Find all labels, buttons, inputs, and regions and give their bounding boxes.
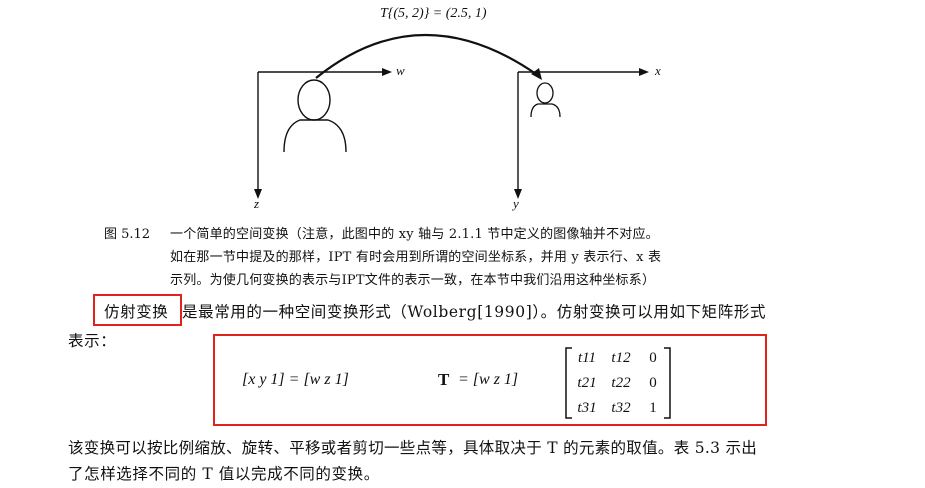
paragraph2-line2: 了怎样选择不同的 T 值以完成不同的变换。 [68, 465, 380, 483]
transform-label: T{(5, 2)} = (2.5, 1) [380, 6, 487, 21]
left-axes [257, 71, 385, 192]
matrix-cell: t31 [577, 400, 597, 416]
matrix-cell: t12 [611, 350, 631, 366]
paragraph1-line1: 是最常用的一种空间变换形式（Wolberg[1990]）。仿射变换可以用如下矩阵… [182, 303, 767, 321]
person-small-icon [530, 82, 561, 118]
matrix-cell: t22 [611, 375, 631, 391]
caption-line-1: 一个简单的空间变换（注意，此图中的 xy 轴与 2.1.1 节中定义的图像轴并不… [170, 227, 659, 242]
left-v-axis-label: z [254, 196, 260, 211]
caption-line-3: 示列。为使几何变换的表示与IPT文件的表示一致，在本节中我们沿用这种坐标系） [170, 273, 656, 288]
right-h-arrowhead [639, 68, 649, 76]
caption-line-2: 如在那一节中提及的那样，IPT 有时会用到所谓的空间坐标系，并用 y 表示行、x… [170, 250, 662, 265]
left-h-arrowhead [382, 68, 392, 76]
right-axes [517, 71, 642, 192]
matrix-cell: 1 [649, 400, 657, 416]
matrix-cell: t32 [611, 400, 631, 416]
term-affine-transform: 仿射变换 [104, 303, 169, 321]
person-large-icon [283, 79, 347, 153]
equation-T: T [438, 370, 450, 389]
right-v-axis-label: y [513, 196, 519, 211]
transform-arc-arrowhead [531, 68, 542, 80]
left-h-axis-label: w [396, 63, 405, 78]
right-h-axis-label: x [655, 63, 661, 78]
equation-mid: = [w z 1] [458, 371, 519, 388]
matrix-cell: t11 [577, 350, 597, 366]
paragraph2-line1: 该变换可以按比例缩放、旋转、平移或者剪切一些点等，具体取决于 T 的元素的取值。… [68, 439, 758, 457]
matrix-cell: t21 [577, 375, 597, 391]
matrix-cell: 0 [649, 375, 657, 391]
equation-lhs: [x y 1] = [w z 1] [242, 371, 349, 388]
figure-spatial-transform [254, 33, 649, 199]
matrix-cell: 0 [649, 350, 657, 366]
caption-label: 图 5.12 [104, 227, 151, 242]
paragraph1-line2: 表示： [68, 332, 117, 350]
